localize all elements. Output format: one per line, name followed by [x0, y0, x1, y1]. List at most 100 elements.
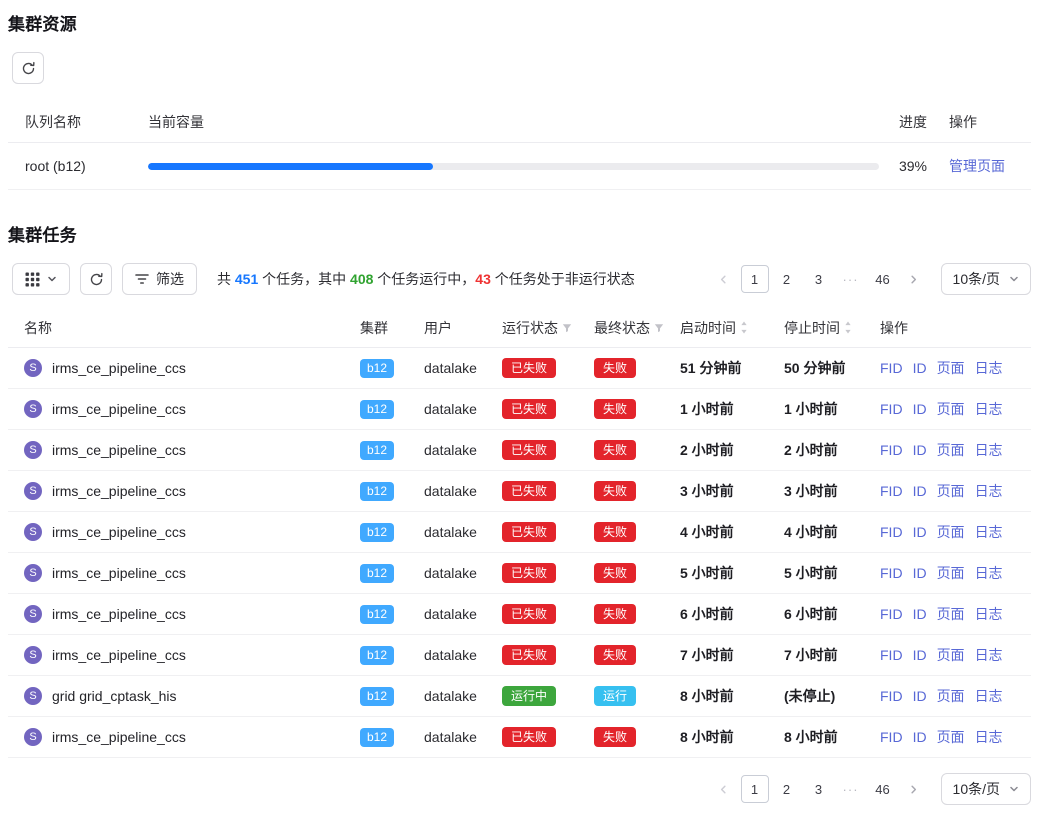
next-page-button[interactable] [901, 265, 927, 293]
fid-link[interactable]: FID [880, 647, 903, 663]
prev-page-button[interactable] [711, 265, 737, 293]
id-link[interactable]: ID [913, 524, 927, 540]
next-page-button[interactable] [901, 775, 927, 803]
task-start-time: 51 分钟前 [668, 358, 772, 378]
page-number[interactable]: ··· [837, 775, 865, 803]
tasks-refresh-button[interactable] [80, 263, 112, 295]
log-link[interactable]: 日志 [975, 399, 1003, 419]
fid-link[interactable]: FID [880, 688, 903, 704]
column-settings-button[interactable] [12, 263, 70, 295]
task-row: S irms_ce_pipeline_ccs b12 datalake 已失败 … [8, 512, 1031, 553]
task-start-time: 2 小时前 [668, 440, 772, 460]
id-link[interactable]: ID [913, 360, 927, 376]
tasks-summary: 共 451 个任务，其中 408 个任务运行中， 43 个任务处于非运行状态 [217, 269, 635, 289]
task-avatar: S [24, 482, 42, 500]
page-number[interactable]: 1 [741, 265, 769, 293]
log-link[interactable]: 日志 [975, 358, 1003, 378]
task-user: datalake [412, 688, 490, 704]
final-status-badge: 运行 [594, 686, 636, 706]
manage-page-link[interactable]: 管理页面 [949, 158, 1005, 174]
log-link[interactable]: 日志 [975, 563, 1003, 583]
page-link[interactable]: 页面 [937, 604, 965, 624]
id-link[interactable]: ID [913, 401, 927, 417]
cluster-badge: b12 [360, 400, 394, 419]
page-number[interactable]: 3 [805, 775, 833, 803]
page-size-label: 10条/页 [953, 779, 1000, 799]
col-header-progress: 进度 [879, 112, 939, 132]
prev-page-button[interactable] [711, 775, 737, 803]
fid-link[interactable]: FID [880, 606, 903, 622]
id-link[interactable]: ID [913, 442, 927, 458]
page-link[interactable]: 页面 [937, 399, 965, 419]
page-link[interactable]: 页面 [937, 522, 965, 542]
page-link[interactable]: 页面 [937, 686, 965, 706]
page-link[interactable]: 页面 [937, 358, 965, 378]
id-link[interactable]: ID [913, 565, 927, 581]
page-link[interactable]: 页面 [937, 481, 965, 501]
log-link[interactable]: 日志 [975, 727, 1003, 747]
page-link[interactable]: 页面 [937, 563, 965, 583]
task-name: grid grid_cptask_his [52, 688, 177, 704]
fid-link[interactable]: FID [880, 483, 903, 499]
page-size-select[interactable]: 10条/页 [941, 773, 1031, 805]
task-stop-time: 8 小时前 [772, 727, 868, 747]
page-number[interactable]: 2 [773, 775, 801, 803]
queue-name: root (b12) [8, 158, 148, 174]
page-number[interactable]: 3 [805, 265, 833, 293]
page: 集群资源 队列名称 当前容量 进度 操作 root (b12) 39% 管理页面 [0, 0, 1039, 825]
page-size-label: 10条/页 [953, 269, 1000, 289]
fid-link[interactable]: FID [880, 524, 903, 540]
log-link[interactable]: 日志 [975, 440, 1003, 460]
page-link[interactable]: 页面 [937, 440, 965, 460]
col-header-queue: 队列名称 [8, 112, 148, 132]
id-link[interactable]: ID [913, 606, 927, 622]
summary-part: 408 [350, 271, 373, 287]
page-number[interactable]: 1 [741, 775, 769, 803]
task-name: irms_ce_pipeline_ccs [52, 729, 186, 745]
summary-part: 451 [235, 271, 258, 287]
final-status-badge: 失败 [594, 522, 636, 542]
tasks-table-body: S irms_ce_pipeline_ccs b12 datalake 已失败 … [8, 348, 1031, 758]
log-link[interactable]: 日志 [975, 645, 1003, 665]
resources-table: 队列名称 当前容量 进度 操作 root (b12) 39% 管理页面 [8, 102, 1031, 190]
sort-carets-icon[interactable] [844, 321, 852, 334]
fid-link[interactable]: FID [880, 360, 903, 376]
cluster-badge: b12 [360, 564, 394, 583]
page-number[interactable]: 2 [773, 265, 801, 293]
sort-carets-icon[interactable] [740, 321, 748, 334]
id-link[interactable]: ID [913, 688, 927, 704]
progress-percent: 39% [879, 158, 939, 174]
fid-link[interactable]: FID [880, 565, 903, 581]
id-link[interactable]: ID [913, 483, 927, 499]
page-number[interactable]: 46 [869, 265, 897, 293]
fid-link[interactable]: FID [880, 442, 903, 458]
task-row: S irms_ce_pipeline_ccs b12 datalake 已失败 … [8, 717, 1031, 758]
id-link[interactable]: ID [913, 647, 927, 663]
log-link[interactable]: 日志 [975, 686, 1003, 706]
filter-funnel-icon[interactable] [654, 323, 664, 333]
fid-link[interactable]: FID [880, 401, 903, 417]
task-stop-time: 50 分钟前 [772, 358, 868, 378]
pagination-bottom: 1 2 3 ··· 46 10条/页 [711, 773, 1031, 805]
log-link[interactable]: 日志 [975, 522, 1003, 542]
task-start-time: 4 小时前 [668, 522, 772, 542]
page-link[interactable]: 页面 [937, 727, 965, 747]
task-start-time: 3 小时前 [668, 481, 772, 501]
col-header-start-time: 启动时间 [668, 318, 772, 338]
col-header-capacity: 当前容量 [148, 112, 879, 132]
filter-funnel-icon[interactable] [562, 323, 572, 333]
page-number[interactable]: ··· [837, 265, 865, 293]
task-user: datalake [412, 401, 490, 417]
page-number[interactable]: 46 [869, 775, 897, 803]
id-link[interactable]: ID [913, 729, 927, 745]
resources-refresh-button[interactable] [12, 52, 44, 84]
log-link[interactable]: 日志 [975, 604, 1003, 624]
run-status-badge: 运行中 [502, 686, 556, 706]
tasks-table: 名称 集群 用户 运行状态 最终状态 启动时间 [8, 308, 1031, 758]
task-avatar: S [24, 605, 42, 623]
page-size-select[interactable]: 10条/页 [941, 263, 1031, 295]
filter-button[interactable]: 筛选 [122, 263, 197, 295]
fid-link[interactable]: FID [880, 729, 903, 745]
page-link[interactable]: 页面 [937, 645, 965, 665]
log-link[interactable]: 日志 [975, 481, 1003, 501]
